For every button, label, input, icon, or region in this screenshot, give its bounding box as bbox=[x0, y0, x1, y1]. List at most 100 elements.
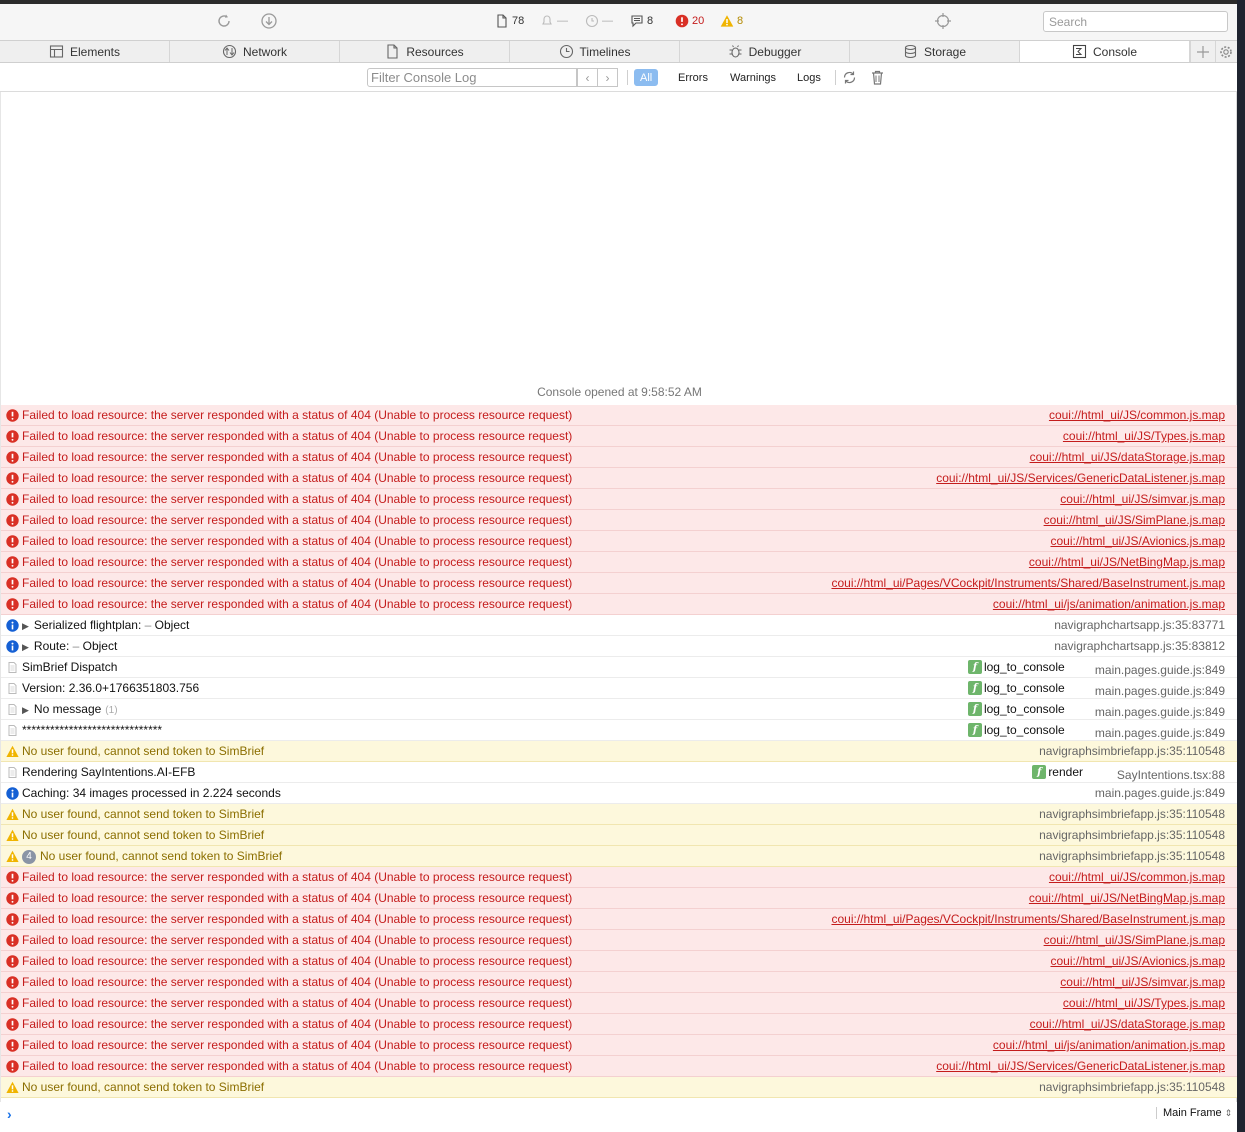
source-link[interactable]: coui://html_ui/JS/common.js.map bbox=[1049, 408, 1225, 422]
settings-button[interactable] bbox=[1215, 41, 1235, 62]
filter-console-input[interactable] bbox=[367, 68, 577, 87]
call-frame-link[interactable]: f render bbox=[1032, 765, 1083, 779]
source-link[interactable]: main.pages.guide.js:849 bbox=[1095, 684, 1225, 698]
next-match-button[interactable]: › bbox=[597, 68, 618, 87]
source-link[interactable]: coui://html_ui/js/animation/animation.js… bbox=[993, 1038, 1225, 1052]
window-edge bbox=[1237, 0, 1245, 1132]
warning-icon bbox=[6, 745, 19, 758]
tab-network[interactable]: Network bbox=[170, 41, 340, 62]
source-link[interactable]: coui://html_ui/JS/simvar.js.map bbox=[1060, 492, 1225, 506]
source-link[interactable]: coui://html_ui/JS/dataStorage.js.map bbox=[1030, 1017, 1225, 1031]
scope-logs-button[interactable]: Logs bbox=[791, 69, 827, 86]
warnings-count[interactable]: 8 bbox=[720, 14, 743, 28]
source-link[interactable]: coui://html_ui/js/animation/animation.js… bbox=[993, 597, 1225, 611]
resources-count[interactable]: 78 bbox=[495, 14, 524, 28]
call-frame-link[interactable]: f log_to_console bbox=[967, 702, 1065, 716]
source-link[interactable]: navigraphchartsapp.js:35:83771 bbox=[1054, 618, 1225, 632]
function-icon: f bbox=[967, 723, 982, 737]
source-link[interactable]: navigraphchartsapp.js:35:83812 bbox=[1054, 639, 1225, 653]
tab-resources[interactable]: Resources bbox=[340, 41, 510, 62]
call-frame-link[interactable]: f log_to_console bbox=[967, 681, 1065, 695]
source-link[interactable]: coui://html_ui/JS/simvar.js.map bbox=[1060, 975, 1225, 989]
source-link[interactable]: navigraphsimbriefapp.js:35:110548 bbox=[1039, 807, 1225, 821]
console-opened-timestamp: Console opened at 9:58:52 AM bbox=[537, 385, 702, 399]
source-link[interactable]: main.pages.guide.js:849 bbox=[1095, 726, 1225, 740]
scope-errors-button[interactable]: Errors bbox=[672, 69, 714, 86]
source-link[interactable]: main.pages.guide.js:849 bbox=[1095, 786, 1225, 800]
message-body: Failed to load resource: the server resp… bbox=[22, 513, 573, 527]
info-icon bbox=[6, 787, 19, 800]
console-message-log[interactable]: ▶ No message (1) f log_to_console main.pages.… bbox=[1, 699, 1238, 720]
message-text: Failed to load resource: the server resp… bbox=[22, 1017, 572, 1031]
console-icon bbox=[1072, 44, 1087, 59]
trash-icon[interactable] bbox=[869, 69, 886, 86]
leaks-count[interactable]: — bbox=[540, 14, 568, 28]
function-name: log_to_console bbox=[983, 660, 1065, 674]
tab-debugger[interactable]: Debugger bbox=[680, 41, 850, 62]
source-link[interactable]: navigraphsimbriefapp.js:35:110548 bbox=[1039, 828, 1225, 842]
previous-match-button[interactable]: ‹ bbox=[577, 68, 598, 87]
crosshair-icon[interactable] bbox=[934, 12, 952, 30]
function-name: log_to_console bbox=[983, 681, 1065, 695]
console-message-error: Failed to load resource: the server resp… bbox=[1, 573, 1238, 594]
console-message-info[interactable]: ▶ Serialized flightplan: – Object navigrap… bbox=[1, 615, 1238, 636]
source-link[interactable]: coui://html_ui/JS/Avionics.js.map bbox=[1050, 534, 1225, 548]
source-link[interactable]: navigraphsimbriefapp.js:35:110548 bbox=[1039, 849, 1225, 863]
search-input[interactable] bbox=[1043, 11, 1228, 32]
scope-warnings-button[interactable]: Warnings bbox=[724, 69, 782, 86]
tab-timelines[interactable]: Timelines bbox=[510, 41, 680, 62]
source-link[interactable]: navigraphsimbriefapp.js:35:110548 bbox=[1039, 1080, 1225, 1094]
message-body: Route: bbox=[33, 639, 70, 653]
tab-storage[interactable]: Storage bbox=[850, 41, 1020, 62]
source-link[interactable]: coui://html_ui/JS/Avionics.js.map bbox=[1050, 954, 1225, 968]
download-icon[interactable] bbox=[260, 12, 278, 30]
execution-context-label: Main Frame bbox=[1163, 1107, 1222, 1119]
error-icon bbox=[6, 892, 19, 905]
source-link[interactable]: main.pages.guide.js:849 bbox=[1095, 705, 1225, 719]
source-link[interactable]: navigraphsimbriefapp.js:35:110548 bbox=[1039, 744, 1225, 758]
console-prompt[interactable]: › Main Frame ⇕ bbox=[0, 1102, 1237, 1132]
source-link[interactable]: coui://html_ui/JS/Types.js.map bbox=[1063, 996, 1225, 1010]
console-output[interactable]: Console opened at 9:58:52 AM Failed to l… bbox=[0, 92, 1238, 1132]
message-body: SimBrief Dispatch bbox=[22, 660, 118, 674]
reload-icon[interactable] bbox=[215, 12, 233, 30]
source-link[interactable]: coui://html_ui/JS/common.js.map bbox=[1049, 870, 1225, 884]
console-message-error: Failed to load resource: the server resp… bbox=[1, 405, 1238, 426]
source-link[interactable]: coui://html_ui/JS/Services/GenericDataLi… bbox=[936, 471, 1225, 485]
source-link[interactable]: coui://html_ui/JS/SimPlane.js.map bbox=[1044, 933, 1225, 947]
source-link[interactable]: coui://html_ui/JS/Types.js.map bbox=[1063, 429, 1225, 443]
source-link[interactable]: coui://html_ui/JS/SimPlane.js.map bbox=[1044, 513, 1225, 527]
tab-label: Timelines bbox=[579, 44, 631, 59]
errors-count[interactable]: 20 bbox=[675, 14, 704, 28]
message-text: Failed to load resource: the server resp… bbox=[22, 933, 572, 947]
timers-count[interactable]: — bbox=[585, 14, 613, 28]
source-link[interactable]: main.pages.guide.js:849 bbox=[1095, 663, 1225, 677]
source-link[interactable]: coui://html_ui/JS/NetBingMap.js.map bbox=[1029, 555, 1225, 569]
console-message-info[interactable]: ▶ Route: – Object navigraphchartsapp.js:35… bbox=[1, 636, 1238, 657]
disclosure-triangle-icon[interactable]: ▶ bbox=[22, 705, 29, 716]
source-link[interactable]: coui://html_ui/JS/NetBingMap.js.map bbox=[1029, 891, 1225, 905]
log-icon bbox=[6, 766, 19, 779]
tab-console[interactable]: Console bbox=[1020, 41, 1190, 62]
source-link[interactable]: coui://html_ui/JS/Services/GenericDataLi… bbox=[936, 1059, 1225, 1073]
scope-all-button[interactable]: All bbox=[634, 69, 659, 86]
object-preview[interactable]: Object bbox=[83, 639, 118, 653]
source-link[interactable]: coui://html_ui/JS/dataStorage.js.map bbox=[1030, 450, 1225, 464]
logs-count[interactable]: 8 bbox=[630, 14, 653, 28]
object-preview[interactable]: Object bbox=[155, 618, 190, 632]
source-link[interactable]: coui://html_ui/Pages/VCockpit/Instrument… bbox=[831, 576, 1225, 590]
preserve-log-icon[interactable] bbox=[841, 69, 858, 86]
source-link[interactable]: SayIntentions.tsx:88 bbox=[1117, 768, 1225, 782]
tab-elements[interactable]: Elements bbox=[0, 41, 170, 62]
add-tab-button[interactable] bbox=[1190, 41, 1215, 62]
call-frame-link[interactable]: f log_to_console bbox=[967, 723, 1065, 737]
source-link[interactable]: coui://html_ui/Pages/VCockpit/Instrument… bbox=[831, 912, 1225, 926]
execution-context-select[interactable]: Main Frame ⇕ bbox=[1156, 1107, 1232, 1119]
message-body: Rendering SayIntentions.AI-EFB bbox=[22, 765, 196, 779]
disclosure-triangle-icon[interactable]: ▶ bbox=[22, 621, 29, 632]
call-frame-link[interactable]: f log_to_console bbox=[967, 660, 1065, 674]
error-icon bbox=[6, 1060, 19, 1073]
divider bbox=[835, 70, 836, 85]
disclosure-triangle-icon[interactable]: ▶ bbox=[22, 642, 29, 653]
warning-icon bbox=[6, 1081, 19, 1094]
